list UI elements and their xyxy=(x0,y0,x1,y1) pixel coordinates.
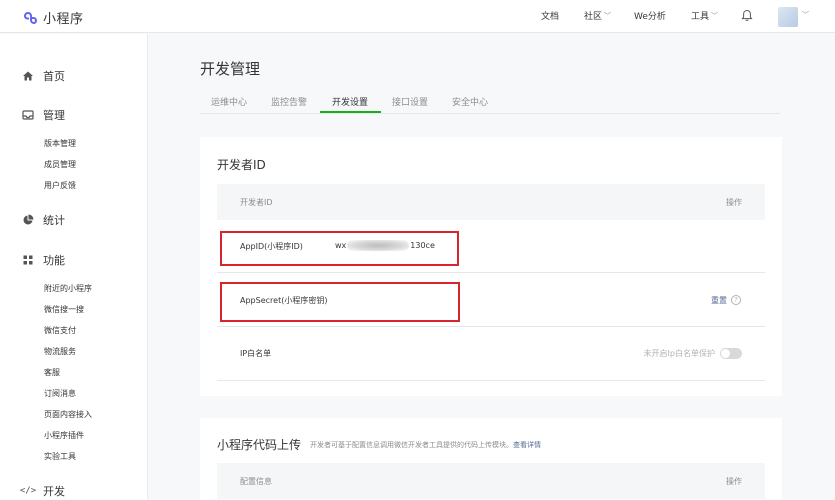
sidebar-subitem[interactable]: 页面内容接入 xyxy=(44,409,92,420)
inbox-icon xyxy=(22,109,34,121)
nav-we-analytics[interactable]: We分析 xyxy=(634,9,666,22)
view-details-link[interactable]: 查看详情 xyxy=(513,441,541,449)
grid-icon xyxy=(22,254,34,266)
column-header: 操作 xyxy=(726,198,742,207)
sidebar-subitem[interactable]: 版本管理 xyxy=(44,138,76,149)
ip-whitelist-label: IP白名单 xyxy=(240,349,272,358)
sidebar-subitem[interactable]: 实验工具 xyxy=(44,451,76,462)
table-header: 开发者ID 操作 xyxy=(217,184,765,220)
sidebar-item-home[interactable]: 首页 xyxy=(22,68,65,84)
page-title: 开发管理 xyxy=(200,60,261,78)
nav-docs-label: 文档 xyxy=(541,12,560,22)
tab-ops-center[interactable]: 运维中心 xyxy=(211,95,247,108)
nav-tools-label: 工具 xyxy=(691,12,710,22)
table-header: 配置信息 操作 xyxy=(217,463,765,499)
tab-dev-settings[interactable]: 开发设置 xyxy=(332,95,368,108)
sidebar-subitem[interactable]: 订阅消息 xyxy=(44,388,76,399)
tab-security-center[interactable]: 安全中心 xyxy=(452,95,488,108)
chevron-down-icon: ﹀ xyxy=(711,11,719,20)
sidebar-subitem[interactable]: 附近的小程序 xyxy=(44,283,92,294)
avatar[interactable] xyxy=(778,7,798,27)
home-icon xyxy=(22,70,34,82)
table-row-ip-whitelist: IP白名单 未开启Ip白名单保护 xyxy=(217,327,765,381)
help-icon[interactable]: ? xyxy=(731,295,741,305)
sidebar-item-label: 功能 xyxy=(43,254,65,267)
sidebar-item-label: 首页 xyxy=(43,70,65,83)
sidebar-item-stats[interactable]: 统计 xyxy=(22,212,65,228)
bell-icon[interactable] xyxy=(741,9,753,22)
sidebar-item-label: 开发 xyxy=(43,485,65,498)
code-upload-card: 小程序代码上传 开发者可基于配置信息调用微信开发者工具提供的代码上传模块。查看详… xyxy=(200,418,782,500)
ip-whitelist-status: 未开启Ip白名单保护 xyxy=(643,349,715,358)
tab-api-settings[interactable]: 接口设置 xyxy=(392,95,428,108)
card-description: 开发者可基于配置信息调用微信开发者工具提供的代码上传模块。查看详情 xyxy=(310,440,541,450)
sidebar-item-manage[interactable]: 管理 xyxy=(22,107,65,123)
developer-id-card: 开发者ID 开发者ID 操作 AppID(小程序ID) wx 130ce AppS… xyxy=(200,137,782,396)
sidebar-subitem[interactable]: 用户反馈 xyxy=(44,180,76,191)
column-header: 开发者ID xyxy=(240,198,273,207)
card-title: 小程序代码上传 xyxy=(217,438,302,452)
chevron-down-icon: ﹀ xyxy=(604,11,612,20)
sidebar-subitem[interactable]: 成员管理 xyxy=(44,159,76,170)
mini-program-logo-icon xyxy=(24,11,37,24)
sidebar-item-develop[interactable]: </> 开发 xyxy=(19,483,65,499)
nav-we-analytics-label: We分析 xyxy=(634,12,666,22)
nav-community-label: 社区 xyxy=(584,12,603,22)
sidebar-subitem[interactable]: 微信搜一搜 xyxy=(44,304,84,315)
tab-bar: 运维中心 监控告警 开发设置 接口设置 安全中心 xyxy=(200,88,780,114)
sidebar-subitem[interactable]: 小程序插件 xyxy=(44,430,84,441)
reset-link[interactable]: 重置 xyxy=(711,295,727,306)
sidebar-subitem[interactable]: 微信支付 xyxy=(44,325,76,336)
tab-monitoring[interactable]: 监控告警 xyxy=(271,95,307,108)
column-header: 操作 xyxy=(726,477,742,486)
card-title: 开发者ID xyxy=(217,158,266,172)
sidebar: 首页 管理 版本管理 成员管理 用户反馈 统计 功能 附近的小程序 微信搜一搜 … xyxy=(0,34,148,500)
sidebar-item-label: 统计 xyxy=(43,214,65,227)
top-bar: 小程序 文档 社区 ﹀ We分析 工具 ﹀ ﹀ xyxy=(0,0,835,33)
active-tab-indicator xyxy=(320,111,381,113)
nav-community[interactable]: 社区 ﹀ xyxy=(584,9,612,23)
highlight-box-appsecret xyxy=(220,282,460,322)
code-icon: </> xyxy=(19,486,37,496)
description-text: 开发者可基于配置信息调用微信开发者工具提供的代码上传模块。 xyxy=(310,441,513,449)
sidebar-subitem[interactable]: 物流服务 xyxy=(44,346,76,357)
chevron-down-icon[interactable]: ﹀ xyxy=(802,10,809,20)
pie-chart-icon xyxy=(22,214,34,226)
sidebar-item-label: 管理 xyxy=(43,109,65,122)
logo[interactable]: 小程序 xyxy=(22,8,84,27)
highlight-box-appid xyxy=(220,231,459,266)
nav-tools[interactable]: 工具 ﹀ xyxy=(691,9,719,23)
nav-docs[interactable]: 文档 xyxy=(541,9,559,22)
ip-whitelist-toggle[interactable] xyxy=(720,348,742,359)
column-header: 配置信息 xyxy=(240,477,272,486)
app-title: 小程序 xyxy=(43,12,84,27)
sidebar-item-features[interactable]: 功能 xyxy=(22,252,65,268)
sidebar-subitem[interactable]: 客服 xyxy=(44,367,60,378)
